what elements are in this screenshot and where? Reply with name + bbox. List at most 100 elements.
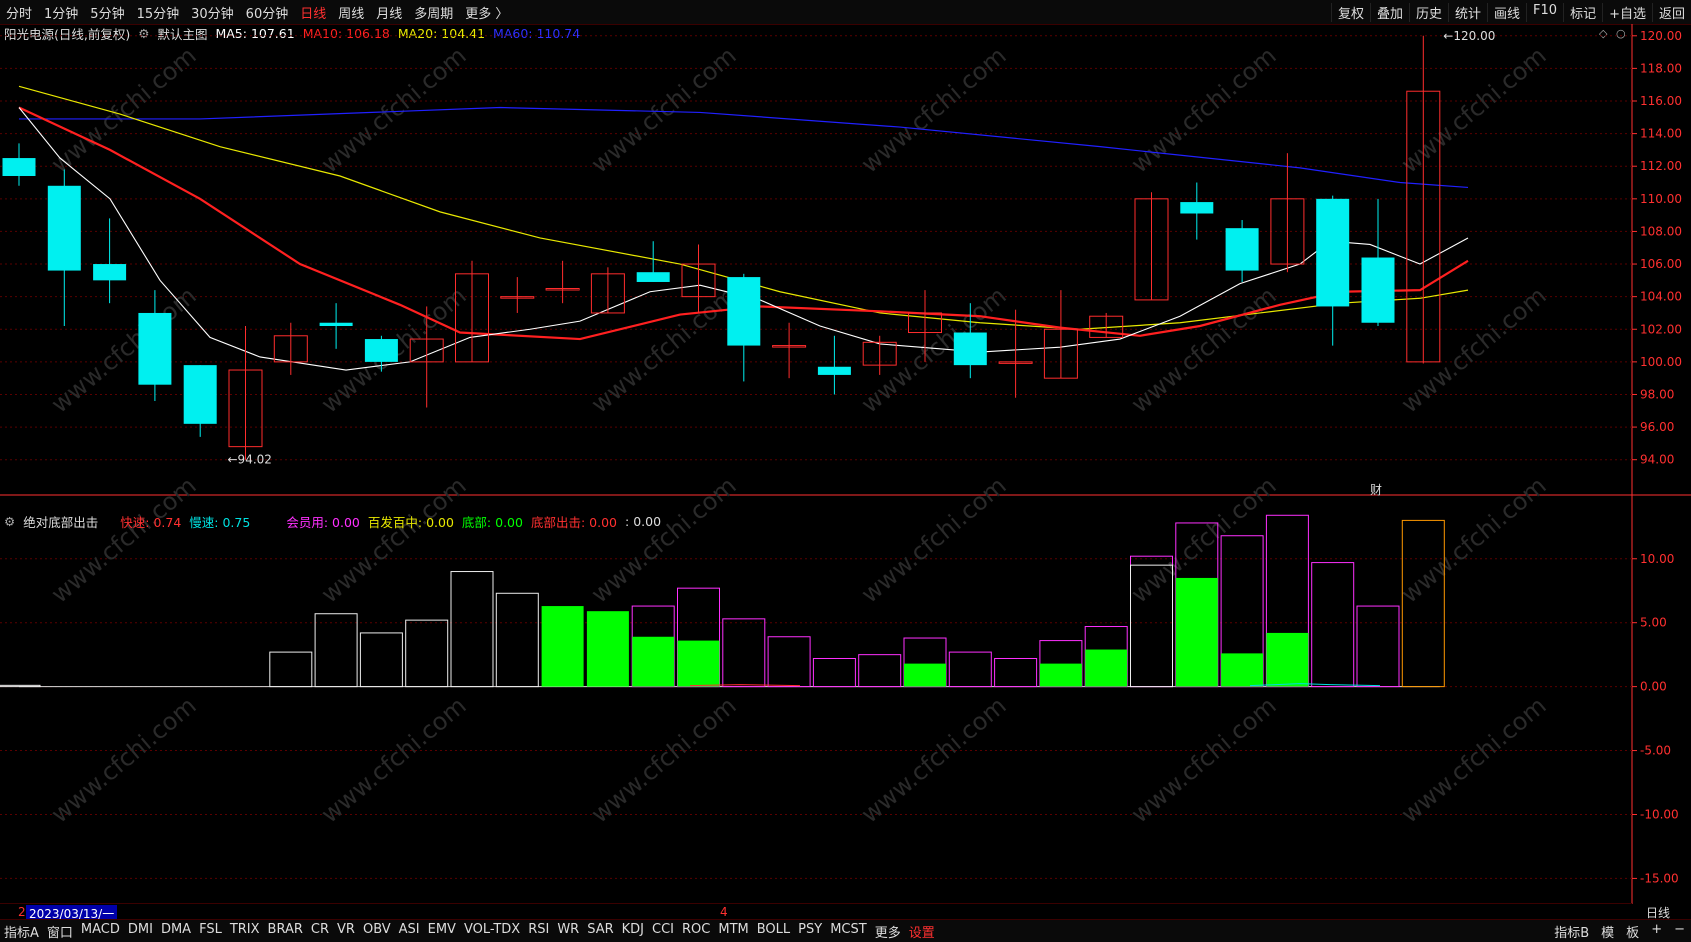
price-tick-label: 116.00 [1640,94,1682,108]
candle-body-down [183,365,217,424]
tab-period-10[interactable]: 更多 〉 [459,3,514,22]
price-tick-label: 118.00 [1640,61,1682,75]
indicator-bar-green [1085,649,1128,687]
indicator-bar-magenta [722,618,766,688]
indicator-bar-magenta [812,657,856,688]
tab-period-4[interactable]: 30分钟 [185,3,240,22]
tool-button-3[interactable]: 统计 [1448,2,1487,22]
indicator-bar-green [1039,663,1082,687]
watermark-text: www.cfchi.com [856,471,1012,608]
indicator-tick-label: 10.00 [1640,552,1674,566]
indicator-tab-14[interactable]: RSI [524,922,553,941]
indicator-tab-21[interactable]: BOLL [753,922,794,941]
indicator-tab-6[interactable]: TRIX [226,922,264,941]
indicator-tab-15[interactable]: WR [553,922,583,941]
tool-button-8[interactable]: 返回 [1651,2,1691,22]
indicator-settings-icon[interactable]: ⚙ [4,514,15,529]
indicator-tick-label: -5.00 [1640,744,1671,758]
indicator-tab-23[interactable]: MCST [826,922,871,941]
tool-button-6[interactable]: 标记 [1563,2,1602,22]
indicator-tab-13[interactable]: VOL-TDX [460,922,524,941]
indicator-tab-12[interactable]: EMV [424,922,460,941]
watermark-text: www.cfchi.com [1126,691,1282,828]
tool-button-7[interactable]: +自选 [1602,2,1652,22]
indicator-tick-label: 5.00 [1640,616,1667,630]
candle-body-down [1225,228,1259,271]
indicator-bar-white [405,619,449,688]
watermark-text: www.cfchi.com [316,471,472,608]
indicator-tick-label: -15.00 [1640,871,1679,885]
fund-label: 会员用: 0.00 [286,514,360,530]
indicator-bar-magenta [948,651,992,688]
indicator-tick-label: 0.00 [1640,680,1667,694]
extra-value: : 0.00 [625,513,662,529]
indicator-bar-white [314,613,358,688]
indicator-tab-9[interactable]: VR [333,922,359,941]
indicator-tab-8[interactable]: CR [307,922,333,941]
indicator-tab-2[interactable]: MACD [77,922,124,941]
indicator-tab-22[interactable]: PSY [794,922,826,941]
indicator-tab-24[interactable]: 更多 [871,922,905,941]
price-tick-label: 104.00 [1640,290,1682,304]
indicator-tabs: 指标A 窗口 MACD DMI DMA FSL TRIX BRAR CR VR OBV ASI EMV V… [0,922,939,941]
indicator-tab-7[interactable]: BRAR [264,922,307,941]
fast-label: 快速: 0.74 [120,514,182,530]
hit-label: 百发百中: 0.00 [367,514,454,530]
tab-period-5[interactable]: 60分钟 [240,3,295,22]
indicator-tab-5[interactable]: FSL [195,922,226,941]
candle-body-down [953,332,987,366]
tab-period-2[interactable]: 5分钟 [84,3,130,22]
tool-button-5[interactable]: F10 [1526,2,1563,22]
tool-button-0[interactable]: 复权 [1330,2,1370,22]
period-tabs: 分时 1分钟 5分钟 15分钟 30分钟 60分钟 日线 周线 月线 多周期 更多 〉 [0,3,514,22]
watermark-text: www.cfchi.com [586,691,742,828]
indicator-name[interactable]: 绝对底部出击 [23,512,98,531]
indicator-tab-3[interactable]: DMI [124,922,157,941]
watermark-text: www.cfchi.com [1396,41,1552,178]
indicator-tab-0[interactable]: 指标A [0,922,43,941]
price-tick-label: 100.00 [1640,355,1682,369]
indicator-tab-4[interactable]: DMA [157,922,195,941]
tab-period-7[interactable]: 周线 [332,3,370,22]
indicator-right-tab-3[interactable]: + [1645,922,1668,941]
indicator-tab-16[interactable]: SAR [583,922,617,941]
indicator-right-tab-2[interactable]: 板 [1620,922,1645,941]
indicator-bar-green [1175,577,1218,687]
watermark-text: www.cfchi.com [856,41,1012,178]
indicator-right-tab-1[interactable]: 模 [1595,922,1620,941]
indicator-tab-1[interactable]: 窗口 [43,922,77,941]
indicator-bar-green [632,636,675,687]
tool-button-1[interactable]: 叠加 [1369,2,1409,22]
candle-body-down [93,264,127,281]
tool-button-2[interactable]: 历史 [1408,2,1448,22]
price-tick-label: 110.00 [1640,192,1682,206]
indicator-tab-11[interactable]: ASI [395,922,424,941]
tab-period-0[interactable]: 分时 [0,3,38,22]
candle-body-down [1180,202,1214,214]
indicator-tab-18[interactable]: CCI [648,922,678,941]
tab-period-3[interactable]: 15分钟 [131,3,186,22]
tab-period-1[interactable]: 1分钟 [38,3,84,22]
attack-label: 底部出击: 0.00 [530,514,618,530]
indicator-tab-20[interactable]: MTM [714,922,752,941]
indicator-tick-label: -10.00 [1640,807,1679,821]
indicator-tab-25[interactable]: 设置 [905,922,939,941]
price-tick-label: 120.00 [1640,29,1682,43]
indicator-tab-17[interactable]: KDJ [618,922,648,941]
price-tick-label: 112.00 [1640,159,1682,173]
indicator-bar-green [677,640,720,687]
indicator-tab-19[interactable]: ROC [678,922,714,941]
kline-chart[interactable]: 120.00 118.00 116.00 114.00 112.00 110.00 108.… [0,24,1691,904]
indicator-tab-10[interactable]: OBV [359,922,395,941]
indicator-bar-green [1266,632,1309,687]
tab-period-6[interactable]: 日线 [294,3,332,22]
watermark-text: www.cfchi.com [316,691,472,828]
tab-period-9[interactable]: 多周期 [408,3,459,22]
indicator-legend: ⚙ 绝对底部出击 快速: 0.74 慢速: 0.75 会员用: 0.00 百发百… [4,512,661,530]
tab-period-8[interactable]: 月线 [370,3,408,22]
indicator-right-tab-0[interactable]: 指标B [1548,922,1595,941]
watermark-text: www.cfchi.com [1396,281,1552,418]
indicator-right-tab-4[interactable]: − [1668,922,1691,941]
indicator-bar-white [495,592,539,688]
tool-button-4[interactable]: 画线 [1487,2,1526,22]
